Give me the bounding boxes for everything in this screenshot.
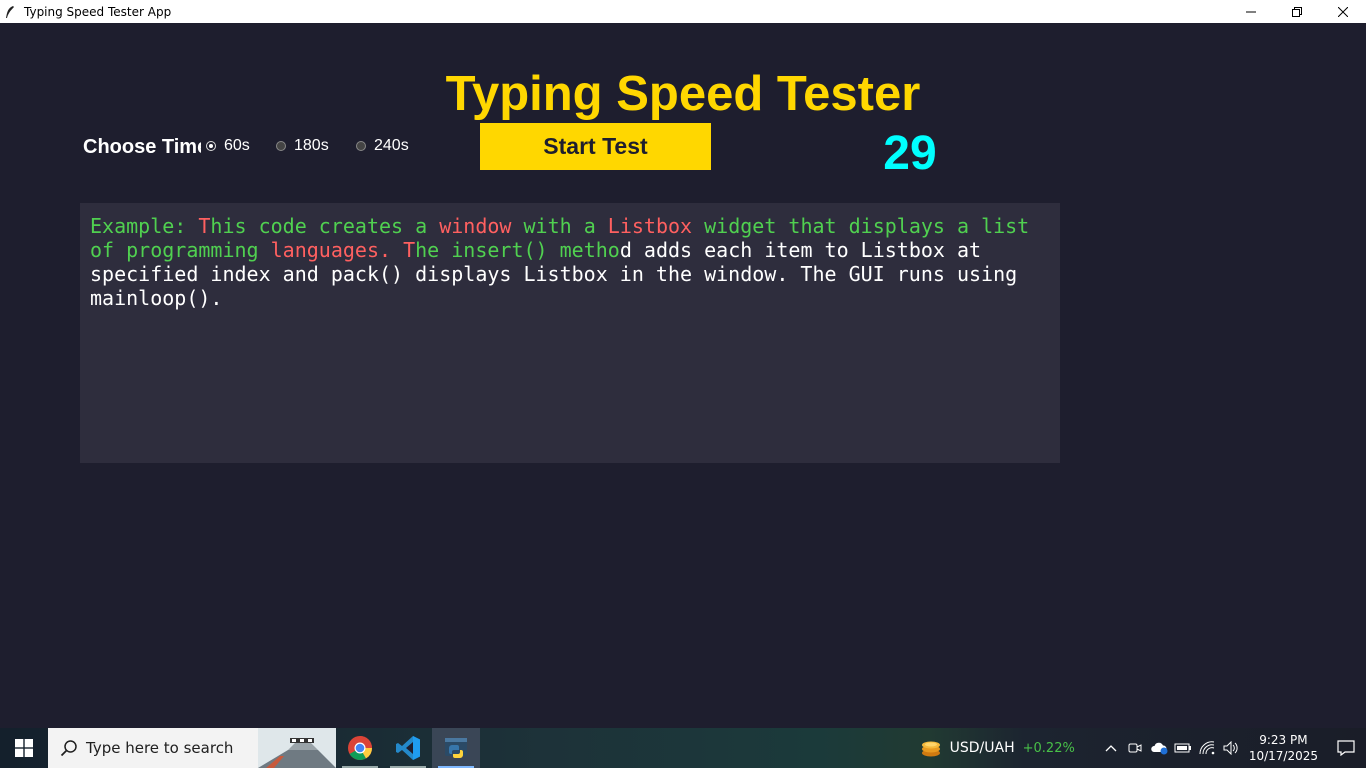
text-segment-correct: his code creates a — [210, 214, 440, 238]
windows-start-icon[interactable] — [0, 728, 48, 768]
app-heading: Typing Speed Tester — [445, 67, 921, 121]
text-segment-wrong: Listbox — [607, 214, 693, 238]
system-tray: USD/UAH +0.22% 9:23 PM 10/17/2025 — [920, 728, 1366, 768]
clock-time: 9:23 PM — [1259, 733, 1308, 747]
typing-text-area[interactable]: Example: This code creates a window with… — [80, 203, 1060, 463]
meet-now-icon[interactable] — [1123, 728, 1147, 768]
wifi-icon[interactable] — [1195, 728, 1219, 768]
notification-center-icon[interactable] — [1326, 728, 1366, 768]
countdown-timer: 29 — [883, 127, 937, 180]
text-segment-correct: he insert() metho — [415, 238, 620, 262]
radio-60s[interactable]: 60s — [206, 137, 250, 155]
clock-date: 10/17/2025 — [1248, 749, 1318, 763]
taskbar: Type here to search USD/UAH +0.22% 9:23 … — [0, 728, 1366, 768]
window-controls — [1228, 0, 1366, 23]
feather-icon — [5, 5, 19, 19]
radio-240s-label: 240s — [374, 137, 409, 154]
radio-60s-label: 60s — [224, 137, 250, 154]
close-button[interactable] — [1320, 0, 1366, 23]
chrome-icon — [348, 736, 372, 761]
python-icon — [445, 738, 467, 758]
text-segment-wrong: window — [439, 214, 512, 238]
onedrive-icon[interactable] — [1147, 728, 1171, 768]
radio-180s[interactable]: 180s — [276, 137, 329, 155]
clock[interactable]: 9:23 PM 10/17/2025 — [1249, 732, 1318, 764]
taskbar-app-chrome[interactable] — [336, 728, 384, 768]
radio-checked-indicator[interactable] — [206, 141, 216, 151]
restore-button[interactable] — [1274, 0, 1320, 23]
taskbar-app-vscode[interactable] — [384, 728, 432, 768]
coins-icon — [921, 741, 940, 757]
radio-240s[interactable]: 240s — [356, 137, 409, 155]
vscode-icon — [396, 736, 420, 760]
search-highlight-image — [258, 728, 336, 768]
search-icon — [60, 739, 78, 757]
radio-unchecked-indicator[interactable] — [276, 141, 286, 151]
search-placeholder: Type here to search — [86, 739, 234, 757]
text-segment-wrong: languages. — [270, 238, 392, 262]
text-segment-wrong: T — [403, 238, 416, 262]
start-test-button[interactable]: Start Test — [480, 123, 711, 170]
currency-widget[interactable]: USD/UAH +0.22% — [920, 737, 1075, 759]
taskbar-search-box[interactable]: Type here to search — [48, 728, 336, 768]
text-segment-correct: Example: — [90, 214, 199, 238]
currency-change: +0.22% — [1022, 740, 1075, 756]
battery-icon[interactable] — [1171, 728, 1195, 768]
window-title: Typing Speed Tester App — [24, 4, 172, 19]
volume-icon[interactable] — [1219, 728, 1243, 768]
window-title-bar: Typing Speed Tester App — [0, 0, 1366, 23]
radio-unchecked-indicator[interactable] — [356, 141, 366, 151]
taskbar-app-python[interactable] — [432, 728, 480, 768]
show-hidden-icons-chevron-up-icon[interactable] — [1099, 728, 1123, 768]
text-segment-correct: with a — [511, 214, 608, 238]
minimize-button[interactable] — [1228, 0, 1274, 23]
text-segment-wrong: T — [198, 214, 211, 238]
currency-pair: USD/UAH — [949, 740, 1015, 756]
radio-180s-label: 180s — [294, 137, 329, 154]
choose-time-label: Choose Time — [83, 136, 201, 158]
text-segment-correct — [391, 238, 403, 262]
